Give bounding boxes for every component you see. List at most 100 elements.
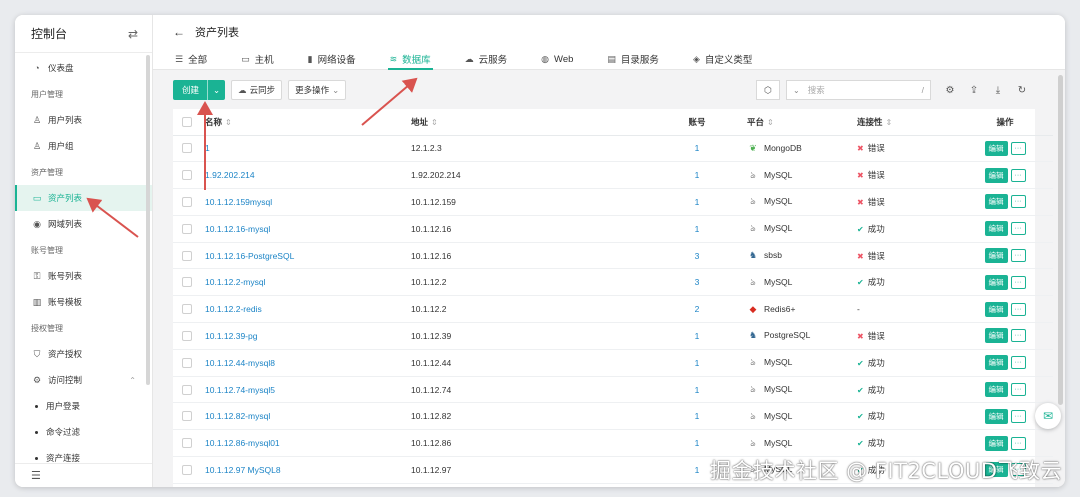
row-checkbox[interactable]	[182, 330, 192, 341]
edit-button[interactable]: 编辑	[984, 355, 1008, 371]
sidebar-item-account-template[interactable]: ▥ 账号模板	[15, 289, 152, 315]
edit-button[interactable]: 编辑	[984, 328, 1008, 344]
accounts-link[interactable]: 1	[695, 358, 700, 368]
asset-name-link[interactable]: 10.1.12.159mysql	[205, 197, 272, 207]
table-row[interactable]: 10.1.12.16-PostgreSQL 10.1.12.16 3 ♞ sbsb ✖ 错误…	[173, 242, 1053, 270]
row-checkbox[interactable]	[182, 277, 192, 288]
tab-all[interactable]: ☰ 全部	[175, 48, 207, 70]
table-row[interactable]: 10.1.12.16-mysql 10.1.12.16 1 ঌ MySQL ✔ 成功 编辑 ··…	[173, 215, 1053, 243]
sidebar-subitem-user-login[interactable]: 用户登录	[15, 393, 152, 419]
table-row[interactable]: 10.1.12.44-mysql8 10.1.12.44 1 ঌ MySQL ✔ 成功 编辑 ·…	[173, 349, 1053, 377]
asset-name-link[interactable]: 10.1.12.44-mysql8	[205, 358, 275, 368]
sort-icon[interactable]: ⇕	[767, 118, 774, 127]
accounts-link[interactable]: 1	[695, 197, 700, 207]
edit-button[interactable]: 编辑	[984, 274, 1008, 290]
sidebar-subitem-asset-connect[interactable]: 资产连接	[15, 445, 152, 463]
switch-view-icon[interactable]: ⇄	[128, 27, 138, 41]
more-button[interactable]: ···	[1010, 383, 1026, 397]
sidebar-item-asset-perm[interactable]: ⛉ 资产授权	[15, 341, 152, 367]
menu-collapse-icon[interactable]: ☰	[31, 469, 41, 482]
table-row[interactable]: 10.1.12.2-redis 10.1.12.2 2 ◆ Redis6+ - 编辑 ···	[173, 295, 1053, 324]
chat-icon[interactable]: ✉	[1035, 403, 1061, 429]
asset-name-link[interactable]: 10.1.12.74-mysql5	[205, 385, 275, 395]
edit-button[interactable]: 编辑	[984, 140, 1008, 156]
asset-name-link[interactable]: 10.1.12.16-PostgreSQL	[205, 251, 294, 261]
accounts-link[interactable]: 1	[695, 331, 700, 341]
tab-database[interactable]: ≋ 数据库	[387, 48, 433, 70]
more-button[interactable]: ···	[1010, 249, 1026, 263]
table-row[interactable]: 1 12.1.2.3 1 ❦ MongoDB ✖ 错误 编辑 ···	[173, 135, 1053, 163]
more-button[interactable]: ···	[1010, 168, 1026, 182]
tab-web[interactable]: ◍ Web	[541, 48, 573, 70]
upload-icon[interactable]: ⇪	[963, 85, 985, 96]
row-checkbox[interactable]	[182, 464, 192, 475]
row-checkbox[interactable]	[182, 250, 192, 261]
chevron-down-icon[interactable]: ⌄	[793, 86, 800, 95]
row-checkbox[interactable]	[182, 384, 192, 395]
sort-icon[interactable]: ⇕	[886, 118, 893, 127]
sidebar-scrollbar[interactable]	[146, 55, 150, 385]
accounts-link[interactable]: 3	[695, 277, 700, 287]
main-scrollbar[interactable]	[1058, 75, 1063, 405]
accounts-link[interactable]: 2	[695, 304, 700, 314]
row-checkbox[interactable]	[182, 170, 192, 181]
column-header-connectivity[interactable]: 连接性 ⇕	[857, 109, 957, 136]
more-button[interactable]: ···	[1010, 275, 1026, 289]
sidebar-item-account-list[interactable]: ⚿ 账号列表	[15, 263, 152, 289]
row-checkbox[interactable]	[182, 357, 192, 368]
sidebar-item-user-list[interactable]: ♙ 用户列表	[15, 107, 152, 133]
edit-button[interactable]: 编辑	[984, 221, 1008, 237]
accounts-link[interactable]: 1	[695, 224, 700, 234]
more-button[interactable]: ···	[1010, 141, 1026, 155]
search-input[interactable]: ⌄ 搜索 /	[786, 80, 931, 100]
table-row[interactable]: 1.92.202.214 1.92.202.214 1 ঌ MySQL ✖ 错误 编辑 ···	[173, 161, 1053, 190]
sidebar-item-user-group[interactable]: ♙ 用户组	[15, 133, 152, 159]
back-arrow-icon[interactable]: ←	[173, 25, 185, 39]
download-icon[interactable]: ⤓	[987, 85, 1009, 96]
asset-name-link[interactable]: 10.1.12.2-mysql	[205, 277, 265, 287]
table-row[interactable]: 10.1.12.74-mysql5 10.1.12.74 1 ঌ MySQL ✔ 成功 编辑 ·…	[173, 376, 1053, 404]
asset-name-link[interactable]: 1.92.202.214	[205, 170, 255, 180]
more-button[interactable]: ···	[1010, 436, 1026, 450]
chevron-down-icon[interactable]: ⌄	[207, 80, 225, 100]
asset-name-link[interactable]: 10.1.12.86-mysql01	[205, 438, 280, 448]
asset-name-link[interactable]: 10.1.12.39-pg	[205, 331, 257, 341]
edit-button[interactable]: 编辑	[984, 382, 1008, 398]
table-row[interactable]: 10.1.12.86-mysql01 10.1.12.86 1 ঌ MySQL ✔ 成功 编辑…	[173, 429, 1053, 458]
asset-name-link[interactable]: 10.1.12.97 MySQL8	[205, 465, 281, 475]
edit-button[interactable]: 编辑	[984, 248, 1008, 264]
row-checkbox[interactable]	[182, 438, 192, 449]
sort-icon[interactable]: ⇕	[431, 118, 438, 127]
gear-icon[interactable]: ⚙	[939, 85, 961, 96]
accounts-link[interactable]: 1	[695, 143, 700, 153]
asset-name-link[interactable]: 10.1.12.82-mysql	[205, 411, 270, 421]
more-button[interactable]: ···	[1010, 222, 1026, 236]
edit-button[interactable]: 编辑	[984, 194, 1008, 210]
row-checkbox[interactable]	[182, 143, 192, 154]
row-checkbox[interactable]	[182, 304, 192, 315]
accounts-link[interactable]: 3	[695, 251, 700, 261]
tab-cloud[interactable]: ☁ 云服务	[465, 48, 508, 70]
sidebar-item-dashboard[interactable]: ◔ 仪表盘	[15, 55, 152, 81]
sort-icon[interactable]: ⇕	[225, 118, 232, 127]
accounts-link[interactable]: 1	[695, 438, 700, 448]
accounts-link[interactable]: 1	[695, 411, 700, 421]
row-checkbox[interactable]	[182, 411, 192, 422]
column-header-address[interactable]: 地址 ⇕	[411, 109, 647, 136]
sidebar-item-domain-list[interactable]: ◉ 网域列表	[15, 211, 152, 237]
accounts-link[interactable]: 1	[695, 385, 700, 395]
edit-button[interactable]: 编辑	[984, 435, 1008, 451]
edit-button[interactable]: 编辑	[984, 408, 1008, 424]
tab-directory[interactable]: ▤ 目录服务	[607, 48, 659, 70]
create-button[interactable]: 创建 ⌄	[173, 80, 226, 100]
asset-name-link[interactable]: 10.1.12.2-redis	[205, 304, 262, 314]
sidebar-item-access-control[interactable]: ⚙ 访问控制 ⌃	[15, 367, 152, 393]
accounts-link[interactable]: 1	[695, 170, 700, 180]
column-header-name[interactable]: 名称 ⇕	[205, 109, 411, 136]
sidebar-collapse[interactable]: ☰	[15, 463, 152, 487]
row-checkbox[interactable]	[182, 223, 192, 234]
tag-filter-icon[interactable]: ⬡	[756, 80, 780, 100]
table-row[interactable]: 10.1.12.39-pg 10.1.12.39 1 ♞ PostgreSQL ✖ 错误 编辑…	[173, 322, 1053, 350]
tab-host[interactable]: ▭ 主机	[241, 48, 274, 70]
edit-button[interactable]: 编辑	[984, 167, 1008, 183]
